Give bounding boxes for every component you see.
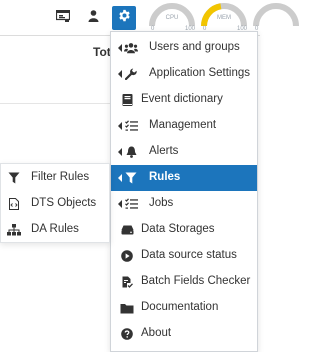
folder-icon [120, 301, 134, 315]
hdd-icon [120, 223, 134, 237]
menu-item-label: Application Settings [149, 67, 251, 79]
menu-item-label: Rules [149, 171, 181, 183]
question-circle-icon [120, 327, 134, 341]
menu-item-application-settings[interactable]: Application Settings [111, 61, 257, 87]
menu-item-rules[interactable]: Rules [111, 165, 257, 191]
gauge-cpu-label: CPU [165, 15, 179, 21]
file-code-icon [7, 197, 21, 211]
users-icon [124, 41, 138, 55]
user-button[interactable] [81, 6, 105, 30]
gauge-cpu: CPU 0 100 [147, 2, 197, 34]
menu-item-data-source-status[interactable]: Data source status [111, 243, 257, 269]
rules-submenu: Filter Rules DTS Objects DA Rules [0, 163, 110, 243]
menu-item-about[interactable]: About [111, 321, 257, 347]
play-circle-icon [120, 249, 134, 263]
menu-item-management[interactable]: Management [111, 113, 257, 139]
sitemap-icon [7, 223, 21, 237]
caret-left-icon [118, 44, 122, 52]
settings-button[interactable] [112, 6, 136, 30]
menu-item-label: Batch Fields Checker [141, 275, 251, 287]
menu-item-users-and-groups[interactable]: Users and groups [111, 35, 257, 61]
submenu-item-label: Filter Rules [31, 171, 90, 183]
menu-item-label: Event dictionary [141, 93, 223, 105]
caret-left-icon [118, 200, 122, 208]
book-icon [120, 93, 134, 107]
menu-item-data-storages[interactable]: Data Storages [111, 217, 257, 243]
submenu-item-da-rules[interactable]: DA Rules [1, 217, 109, 243]
menu-item-label: About [141, 327, 172, 339]
menu-item-label: Data Storages [141, 223, 215, 235]
gauge-mem-label: MEM [217, 15, 231, 21]
menu-item-label: Documentation [141, 301, 219, 313]
gauge-third: 0 [251, 2, 301, 34]
bell-icon [124, 145, 138, 159]
menu-item-label: Alerts [149, 145, 179, 157]
submenu-item-label: DA Rules [31, 223, 79, 235]
caret-left-icon [118, 70, 122, 78]
submenu-item-filter-rules[interactable]: Filter Rules [1, 165, 109, 191]
tasks-icon [124, 197, 138, 211]
wrench-icon [124, 67, 138, 81]
submenu-item-label: DTS Objects [31, 197, 97, 209]
file-check-icon [120, 275, 134, 289]
menu-item-alerts[interactable]: Alerts [111, 139, 257, 165]
menu-item-batch-fields-checker[interactable]: Batch Fields Checker [111, 269, 257, 295]
report-icon [55, 9, 71, 27]
report-button[interactable] [51, 6, 75, 30]
gear-icon [118, 9, 131, 27]
menu-item-jobs[interactable]: Jobs [111, 191, 257, 217]
filter-icon [124, 171, 138, 185]
filter-icon [7, 171, 21, 185]
menu-item-label: Data source status [141, 249, 237, 261]
tasks-icon [124, 119, 138, 133]
caret-left-icon [118, 174, 122, 182]
menu-item-label: Jobs [149, 197, 174, 209]
caret-left-icon [118, 148, 122, 156]
menu-item-label: Users and groups [149, 41, 240, 53]
menu-item-label: Management [149, 119, 217, 131]
menu-item-event-dictionary[interactable]: Event dictionary [111, 87, 257, 113]
caret-left-icon [118, 122, 122, 130]
settings-menu: Users and groups Application Settings Ev… [110, 31, 258, 352]
gauge-third-arc [253, 3, 299, 27]
gauge-mem: MEM 0 100 [199, 2, 249, 34]
user-icon [88, 9, 99, 27]
page: CPU 0 100 MEM 0 100 0 Tot Users and grou… [0, 0, 299, 352]
submenu-item-dts-objects[interactable]: DTS Objects [1, 191, 109, 217]
menu-item-documentation[interactable]: Documentation [111, 295, 257, 321]
divider [0, 103, 110, 104]
page-title-fragment: Tot [93, 45, 111, 59]
